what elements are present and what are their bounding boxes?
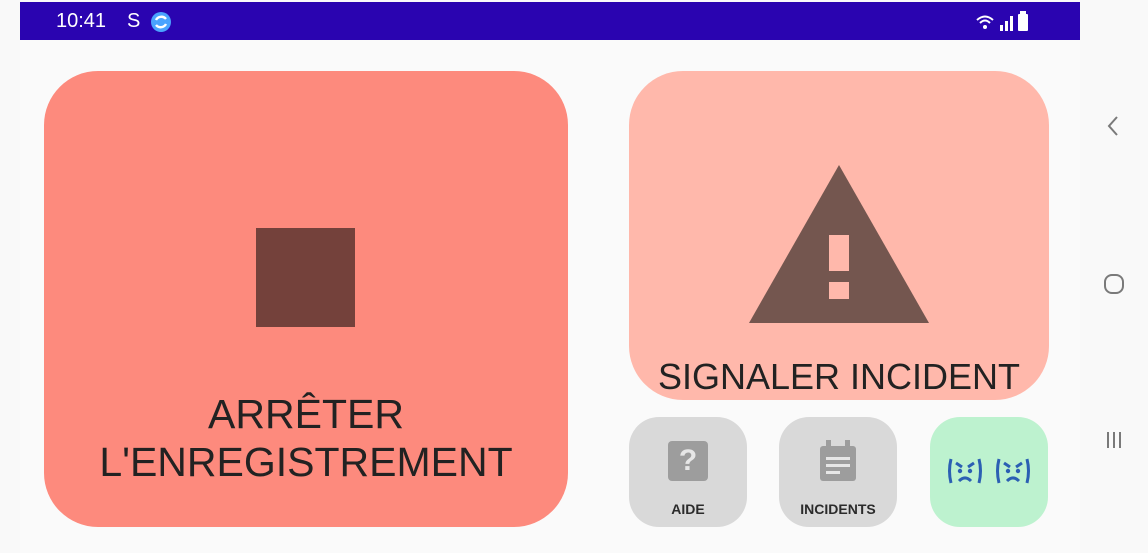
mood-faces (947, 453, 1031, 489)
calendar-icon (820, 440, 856, 481)
back-icon[interactable] (1100, 112, 1128, 140)
status-icons (975, 11, 1029, 31)
sync-icon (151, 12, 171, 32)
help-button[interactable]: ? AIDE (629, 417, 747, 527)
stop-icon (256, 228, 355, 327)
angry-face-icon (948, 458, 982, 484)
report-incident-button[interactable]: SIGNALER INCIDENT (629, 71, 1049, 400)
status-s-indicator: S (127, 10, 141, 32)
recents-icon[interactable] (1100, 426, 1128, 454)
home-icon[interactable] (1100, 270, 1128, 298)
help-glyph: ? (678, 444, 698, 477)
warning-icon (749, 165, 929, 323)
signal-icon (1000, 16, 1013, 31)
battery-icon (1018, 11, 1028, 31)
status-time: 10:41 (56, 10, 107, 32)
mood-button[interactable] (930, 417, 1048, 527)
wifi-icon (976, 15, 994, 29)
report-incident-label: SIGNALER INCIDENT (657, 356, 1021, 397)
incidents-label: INCIDENTS (800, 501, 876, 517)
help-label: AIDE (671, 501, 705, 517)
angry-face-icon (996, 458, 1030, 484)
app-screen: 10:41 S ARRÊTER L'ENREGISTREMENT SIGNALE… (20, 0, 1080, 553)
system-nav-bar (1080, 0, 1148, 553)
incidents-button[interactable]: INCIDENTS (779, 417, 897, 527)
status-bar: 10:41 S (20, 2, 1080, 40)
stop-recording-button[interactable]: ARRÊTER L'ENREGISTREMENT (44, 71, 568, 527)
stop-recording-label: ARRÊTER L'ENREGISTREMENT (99, 391, 513, 485)
